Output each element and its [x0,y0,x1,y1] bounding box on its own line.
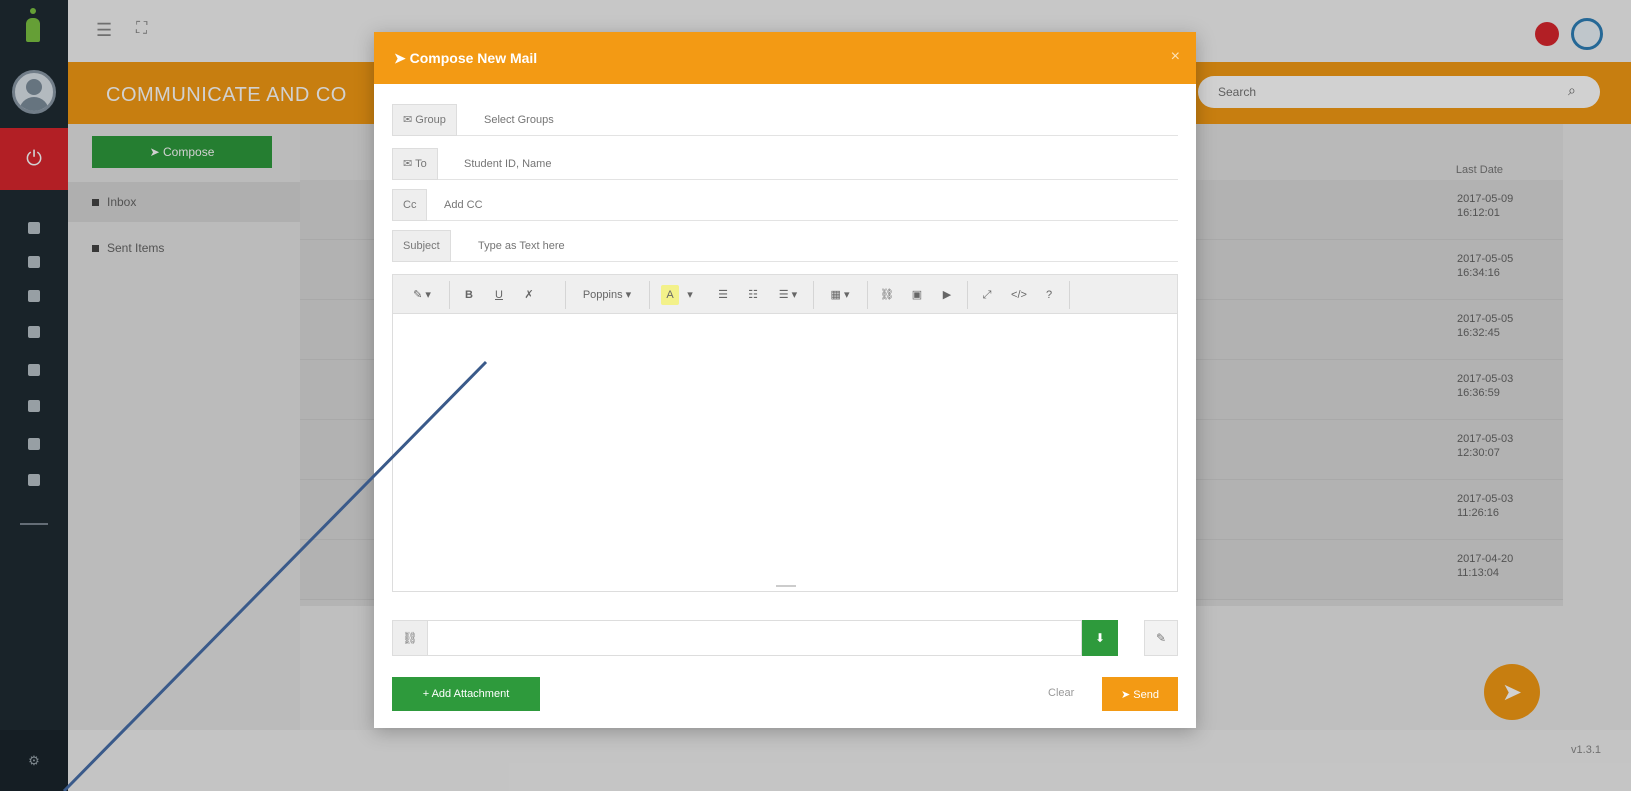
annotation-arrow [62,360,488,791]
